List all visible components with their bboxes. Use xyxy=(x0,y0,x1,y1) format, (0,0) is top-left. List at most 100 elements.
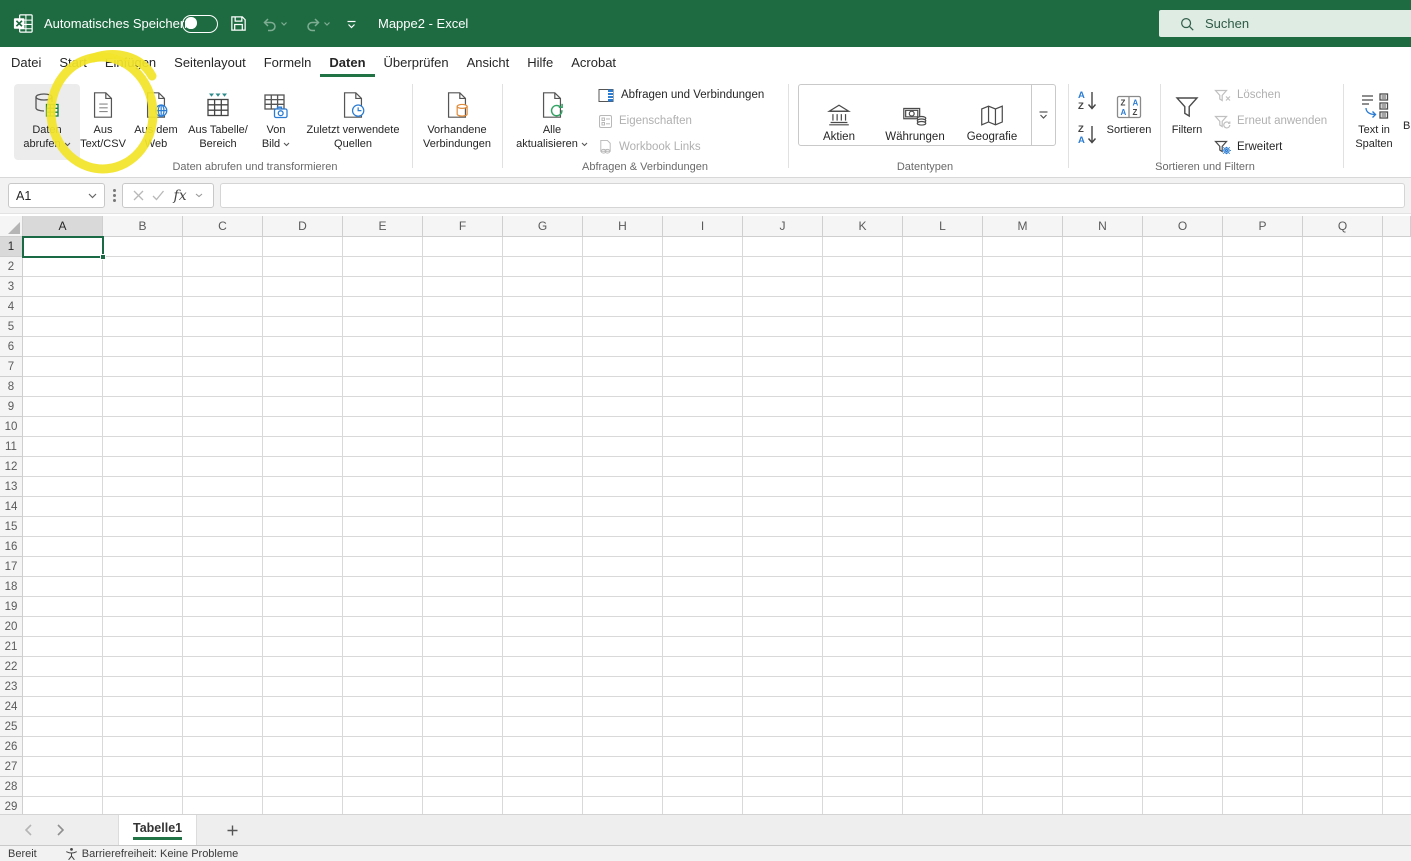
tab-seitenlayout[interactable]: Seitenlayout xyxy=(165,47,255,77)
row-header-23[interactable]: 23 xyxy=(0,677,23,697)
cell-area[interactable] xyxy=(23,237,1411,814)
name-box[interactable]: A1 xyxy=(8,183,105,208)
row-header-9[interactable]: 9 xyxy=(0,397,23,417)
row-header-21[interactable]: 21 xyxy=(0,637,23,657)
gallery-more-button[interactable] xyxy=(1031,85,1055,145)
save-button[interactable] xyxy=(229,0,248,47)
row-header-27[interactable]: 27 xyxy=(0,757,23,777)
row-header-7[interactable]: 7 xyxy=(0,357,23,377)
row-header-22[interactable]: 22 xyxy=(0,657,23,677)
sort-ascending-button[interactable]: A Z xyxy=(1076,88,1100,119)
row-header-28[interactable]: 28 xyxy=(0,777,23,797)
column-header-P[interactable]: P xyxy=(1223,216,1303,237)
row-header-2[interactable]: 2 xyxy=(0,257,23,277)
column-header-J[interactable]: J xyxy=(743,216,823,237)
tab-daten[interactable]: Daten xyxy=(320,47,375,77)
row-header-16[interactable]: 16 xyxy=(0,537,23,557)
text-to-columns-button[interactable]: Text in Spalten xyxy=(1348,84,1400,160)
column-header-partial[interactable] xyxy=(1383,216,1411,237)
row-header-8[interactable]: 8 xyxy=(0,377,23,397)
column-header-G[interactable]: G xyxy=(503,216,583,237)
row-header-19[interactable]: 19 xyxy=(0,597,23,617)
row-header-3[interactable]: 3 xyxy=(0,277,23,297)
column-header-O[interactable]: O xyxy=(1143,216,1223,237)
properties-button[interactable]: Eigenschaften xyxy=(598,112,692,130)
row-header-1[interactable]: 1 xyxy=(0,237,23,257)
fill-handle[interactable] xyxy=(100,254,106,260)
formula-bar-drag-handle[interactable] xyxy=(113,189,116,192)
advanced-filter-button[interactable]: Erweitert xyxy=(1214,138,1282,156)
tab-acrobat[interactable]: Acrobat xyxy=(562,47,625,77)
row-header-25[interactable]: 25 xyxy=(0,717,23,737)
row-header-12[interactable]: 12 xyxy=(0,457,23,477)
sort-button[interactable]: Z A A Z Sortieren xyxy=(1104,84,1154,160)
redo-button[interactable] xyxy=(303,0,331,47)
get-data-button[interactable]: Daten abrufen xyxy=(14,84,80,160)
from-web-button[interactable]: Aus dem Web xyxy=(128,84,184,160)
column-header-C[interactable]: C xyxy=(183,216,263,237)
column-header-I[interactable]: I xyxy=(663,216,743,237)
sheet-nav-right-icon[interactable] xyxy=(50,820,70,840)
currencies-button[interactable]: Währungen xyxy=(875,87,955,143)
tab-datei[interactable]: Datei xyxy=(2,47,50,77)
row-header-17[interactable]: 17 xyxy=(0,557,23,577)
existing-connections-button[interactable]: Vorhandene Verbindungen xyxy=(414,84,500,160)
geography-button[interactable]: Geografie xyxy=(959,87,1025,143)
from-text-csv-button[interactable]: Aus Text/CSV xyxy=(78,84,128,160)
sheet-tab-tabelle1[interactable]: Tabelle1 xyxy=(118,815,198,846)
tab-ansicht[interactable]: Ansicht xyxy=(458,47,519,77)
stocks-button[interactable]: Aktien xyxy=(813,87,865,143)
row-header-10[interactable]: 10 xyxy=(0,417,23,437)
chevron-down-icon[interactable] xyxy=(195,193,203,198)
insert-function-button[interactable]: fx xyxy=(174,188,187,204)
tab-ueberpruefen[interactable]: Überprüfen xyxy=(375,47,458,77)
formula-input[interactable] xyxy=(220,183,1405,208)
column-header-B[interactable]: B xyxy=(103,216,183,237)
active-cell-A1[interactable] xyxy=(22,236,106,260)
column-header-F[interactable]: F xyxy=(423,216,503,237)
row-header-18[interactable]: 18 xyxy=(0,577,23,597)
queries-connections-button[interactable]: Abfragen und Verbindungen xyxy=(598,86,764,104)
row-header-6[interactable]: 6 xyxy=(0,337,23,357)
recent-sources-button[interactable]: Zuletzt verwendete Quellen xyxy=(300,84,406,160)
search-box[interactable]: Suchen xyxy=(1159,10,1411,37)
add-sheet-button[interactable] xyxy=(222,820,243,841)
row-header-14[interactable]: 14 xyxy=(0,497,23,517)
truncated-ribbon-button[interactable]: Bl xyxy=(1403,120,1411,132)
column-header-A[interactable]: A xyxy=(23,216,103,237)
accessibility-status[interactable]: Barrierefreiheit: Keine Probleme xyxy=(65,847,238,860)
column-header-K[interactable]: K xyxy=(823,216,903,237)
refresh-all-button[interactable]: Alle aktualisieren xyxy=(508,84,596,160)
column-header-N[interactable]: N xyxy=(1063,216,1143,237)
column-header-D[interactable]: D xyxy=(263,216,343,237)
sort-descending-button[interactable]: Z A xyxy=(1076,122,1100,153)
row-header-4[interactable]: 4 xyxy=(0,297,23,317)
from-picture-button[interactable]: Von Bild xyxy=(252,84,300,160)
tab-hilfe[interactable]: Hilfe xyxy=(518,47,562,77)
row-header-20[interactable]: 20 xyxy=(0,617,23,637)
column-header-H[interactable]: H xyxy=(583,216,663,237)
row-header-26[interactable]: 26 xyxy=(0,737,23,757)
sheet-nav-left-icon[interactable] xyxy=(18,820,38,840)
undo-button[interactable] xyxy=(260,0,288,47)
enter-check-icon[interactable] xyxy=(152,190,165,201)
column-header-E[interactable]: E xyxy=(343,216,423,237)
autosave-toggle[interactable] xyxy=(182,0,218,47)
row-header-11[interactable]: 11 xyxy=(0,437,23,457)
customize-quick-access-icon[interactable] xyxy=(345,0,358,47)
from-table-range-button[interactable]: Aus Tabelle/Bereich xyxy=(184,84,252,160)
workbook-links-button[interactable]: Workbook Links xyxy=(598,138,701,156)
tab-start[interactable]: Start xyxy=(50,47,95,77)
reapply-filter-button[interactable]: Erneut anwenden xyxy=(1214,112,1327,130)
row-header-15[interactable]: 15 xyxy=(0,517,23,537)
clear-filter-button[interactable]: Löschen xyxy=(1214,86,1280,104)
cancel-icon[interactable] xyxy=(133,190,144,201)
filter-button[interactable]: Filtern xyxy=(1164,84,1210,160)
row-header-24[interactable]: 24 xyxy=(0,697,23,717)
tab-einfuegen[interactable]: Einfügen xyxy=(96,47,165,77)
column-header-L[interactable]: L xyxy=(903,216,983,237)
column-header-Q[interactable]: Q xyxy=(1303,216,1383,237)
column-header-M[interactable]: M xyxy=(983,216,1063,237)
tab-formeln[interactable]: Formeln xyxy=(255,47,321,77)
select-all-corner[interactable] xyxy=(0,216,23,237)
